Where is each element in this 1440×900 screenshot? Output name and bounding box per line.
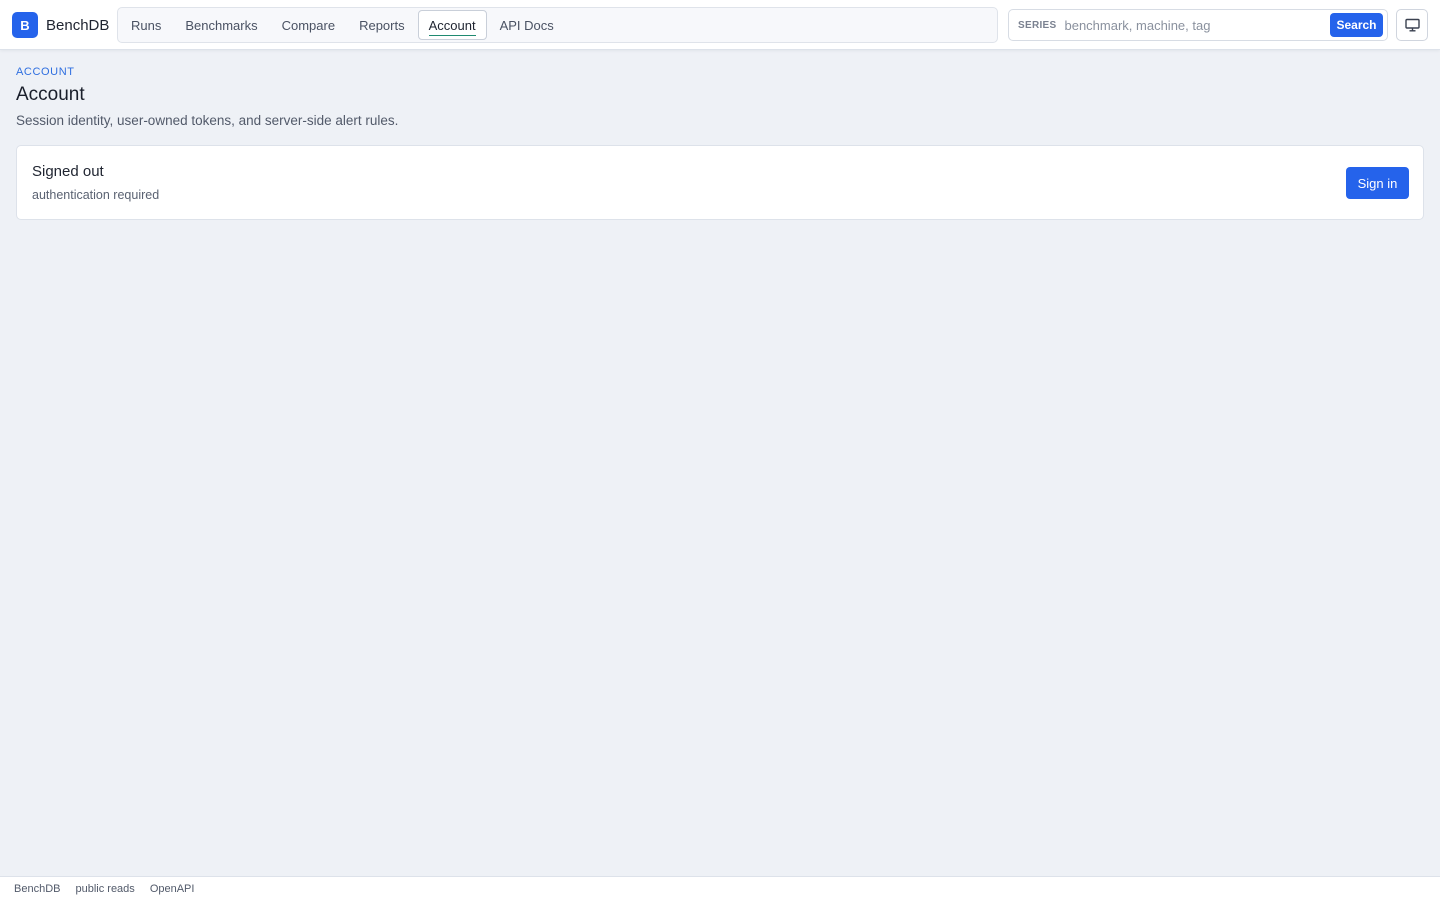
top-bar: B BenchDB Runs Benchmarks Compare Report…	[0, 0, 1440, 50]
brand-logo: B	[12, 12, 38, 38]
search-button[interactable]: Search	[1330, 13, 1383, 37]
footer: BenchDB public reads OpenAPI	[0, 876, 1440, 900]
nav-reports[interactable]: Reports	[348, 10, 416, 40]
auth-status-title: Signed out	[32, 163, 104, 180]
nav-compare[interactable]: Compare	[271, 10, 346, 40]
search-label: SERIES	[1018, 19, 1057, 31]
footer-link-openapi[interactable]: OpenAPI	[150, 883, 195, 895]
nav-benchmarks[interactable]: Benchmarks	[174, 10, 268, 40]
main-nav: Runs Benchmarks Compare Reports Account …	[117, 7, 998, 43]
search-input[interactable]	[1064, 12, 1330, 38]
footer-link-public-reads[interactable]: public reads	[75, 883, 134, 895]
series-search: SERIES Search	[1008, 9, 1388, 41]
monitor-icon	[1404, 18, 1420, 32]
nav-runs[interactable]: Runs	[120, 10, 172, 40]
page-title: Account	[16, 84, 85, 105]
page-description: Session identity, user-owned tokens, and…	[16, 113, 399, 128]
nav-api-docs[interactable]: API Docs	[489, 10, 565, 40]
brand[interactable]: B BenchDB	[12, 12, 109, 38]
sign-in-button[interactable]: Sign in	[1346, 167, 1409, 199]
auth-status-subtitle: authentication required	[32, 188, 160, 202]
footer-link-benchdb[interactable]: BenchDB	[14, 883, 60, 895]
auth-status-card: Signed out authentication required Sign …	[16, 145, 1424, 220]
nav-account[interactable]: Account	[417, 10, 487, 40]
breadcrumb: ACCOUNT	[16, 66, 75, 78]
brand-name: BenchDB	[46, 16, 110, 34]
display-toggle-button[interactable]	[1396, 9, 1428, 41]
